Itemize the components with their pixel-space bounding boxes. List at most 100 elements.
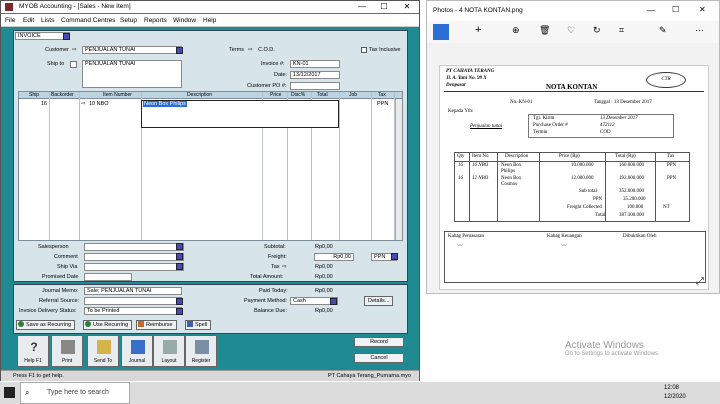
terms-label[interactable]: Terms: [229, 47, 244, 53]
item-link-icon[interactable]: ⇨: [81, 101, 86, 107]
save-as-recurring-button[interactable]: Save as Recurring: [16, 320, 76, 330]
freight-field[interactable]: Rp0,00: [314, 253, 354, 261]
menu-reports[interactable]: Reports: [144, 17, 167, 24]
chevron-down-icon[interactable]: [63, 33, 70, 40]
tax-label[interactable]: Tax: [271, 264, 280, 270]
col-backorder: Backorder: [51, 92, 74, 98]
more-icon[interactable]: ···: [695, 25, 704, 35]
menu-edit[interactable]: Edit: [23, 17, 34, 24]
receipt-r1-item: 16 NBO: [472, 163, 489, 168]
rotate-icon[interactable]: ↻: [593, 25, 601, 36]
receipt-ppn-value: 35.200.000: [623, 197, 646, 202]
list-icon[interactable]: [176, 298, 183, 305]
zoom-in-icon[interactable]: ⊕: [512, 25, 520, 36]
receipt-r1-desc1: Neon Box: [501, 163, 522, 168]
receipt-freight-value: 100.000: [627, 205, 644, 210]
maximize-button[interactable]: ☐: [672, 5, 679, 14]
menu-help[interactable]: Help: [203, 17, 216, 24]
row-ship[interactable]: 16: [41, 101, 47, 107]
promised-date-field[interactable]: [84, 273, 132, 281]
freight-label: Freight:: [268, 254, 287, 260]
ship-to-address[interactable]: PENJUALAN TUNAI: [82, 60, 182, 88]
menu-file[interactable]: File: [5, 17, 15, 24]
minimize-button[interactable]: —: [647, 6, 655, 15]
bottom-toolbar: ? Help F1 Print Send To Journal Layout Re…: [13, 335, 408, 369]
receipt-col-rule: [497, 153, 498, 221]
grid-divider: [371, 92, 372, 240]
minimize-button[interactable]: —: [351, 1, 373, 13]
send-to-button[interactable]: Send To: [87, 335, 119, 367]
row-tax[interactable]: PPN: [377, 101, 388, 107]
maximize-button[interactable]: ☐: [373, 1, 395, 13]
receipt-h-tax: Tax: [667, 154, 675, 159]
register-button[interactable]: Register: [185, 335, 217, 367]
chevron-down-icon[interactable]: [176, 308, 183, 315]
taskbar-search[interactable]: ⌕ Type here to search: [20, 382, 130, 404]
customer-field[interactable]: PENJUALAN TUNAI: [82, 46, 182, 54]
menu-lists[interactable]: Lists: [41, 17, 54, 24]
list-icon[interactable]: [176, 47, 183, 54]
cancel-button[interactable]: Cancel: [354, 353, 404, 363]
expand-icon[interactable]: ⤢: [696, 276, 704, 287]
menu-command-centres[interactable]: Command Centres: [61, 17, 116, 24]
delivery-status-label: Invoice Delivery Status:: [19, 308, 77, 314]
receipt-sign-finance: Kabag Keuangan: [547, 234, 582, 239]
invoice-number-field[interactable]: KN-01: [290, 60, 340, 68]
activate-title: Activate Windows: [565, 340, 644, 351]
list-icon[interactable]: [176, 253, 183, 260]
col-job: Job: [349, 92, 358, 98]
receipt-h-item: Item No: [472, 154, 489, 159]
close-button[interactable]: ✕: [396, 1, 418, 13]
record-button[interactable]: Record: [354, 337, 404, 347]
ship-via-field[interactable]: [84, 263, 184, 271]
receipt-table: Qty Item No Description Price (Rp) Total…: [454, 152, 690, 222]
referral-source-field[interactable]: [84, 297, 182, 305]
customer-po-field[interactable]: [290, 82, 340, 90]
print-button[interactable]: Print: [51, 335, 83, 367]
photos-window-title: Photos - 4 NOTA KONTAN.png: [433, 7, 523, 14]
list-icon[interactable]: [391, 253, 398, 260]
close-button[interactable]: ✕: [699, 5, 706, 14]
print-label: Print: [61, 358, 73, 364]
receipt-number: No. KN-01: [510, 100, 533, 105]
activate-subtitle: Go to Settings to activate Windows.: [565, 351, 660, 357]
description-editor[interactable]: Neon Box Philips: [141, 100, 339, 128]
row-description[interactable]: Neon Box Philips: [143, 101, 187, 107]
list-icon[interactable]: [176, 243, 183, 250]
receipt-ppn-label: PPN: [593, 197, 603, 202]
tax-inclusive-label: Tax Inclusive: [369, 47, 401, 53]
add-icon[interactable]: +: [475, 24, 481, 36]
receipt-h-total: Total (Rp): [615, 154, 636, 159]
tax-inclusive-checkbox[interactable]: [361, 47, 367, 53]
invoice-number-label: Invoice #:: [261, 61, 285, 67]
sale-type-select[interactable]: INVOICE: [15, 32, 70, 40]
delivery-status-select[interactable]: To be Printed: [84, 307, 182, 315]
windows-start-icon[interactable]: [4, 387, 15, 398]
crop-icon[interactable]: ⌗: [619, 25, 624, 36]
chevron-down-icon[interactable]: [330, 298, 337, 305]
chevron-down-icon[interactable]: [70, 61, 77, 68]
row-item-number[interactable]: 10 NBO: [89, 101, 109, 107]
promised-date-label: Promised Date: [42, 274, 79, 280]
menu-setup[interactable]: Setup: [120, 17, 137, 24]
tax-value: Rp0,00: [315, 264, 333, 270]
line-items-grid[interactable]: Ship Backorder Item Number Description P…: [18, 91, 403, 241]
details-button[interactable]: Details...: [364, 296, 394, 306]
spell-icon: [187, 321, 193, 327]
help-button[interactable]: ? Help F1: [17, 335, 49, 367]
layout-button[interactable]: Layout: [153, 335, 185, 367]
menu-window[interactable]: Window: [173, 17, 196, 24]
list-icon[interactable]: [176, 263, 183, 270]
receipt-col-rule: [469, 153, 470, 221]
salesperson-field[interactable]: [84, 243, 184, 251]
comment-field[interactable]: [84, 253, 184, 261]
date-field[interactable]: 13/12/2017: [290, 71, 340, 79]
favorite-icon[interactable]: ♡: [567, 25, 575, 36]
edit-icon[interactable]: ✎: [659, 25, 667, 36]
journal-button[interactable]: Journal: [121, 335, 153, 367]
image-icon[interactable]: [433, 24, 449, 40]
delete-icon[interactable]: 🗑: [539, 25, 550, 36]
journal-memo-field[interactable]: Sale; PENJUALAN TUNAI: [84, 287, 182, 295]
grid-scrollbar[interactable]: [395, 99, 402, 240]
date-label: Date:: [274, 72, 288, 78]
